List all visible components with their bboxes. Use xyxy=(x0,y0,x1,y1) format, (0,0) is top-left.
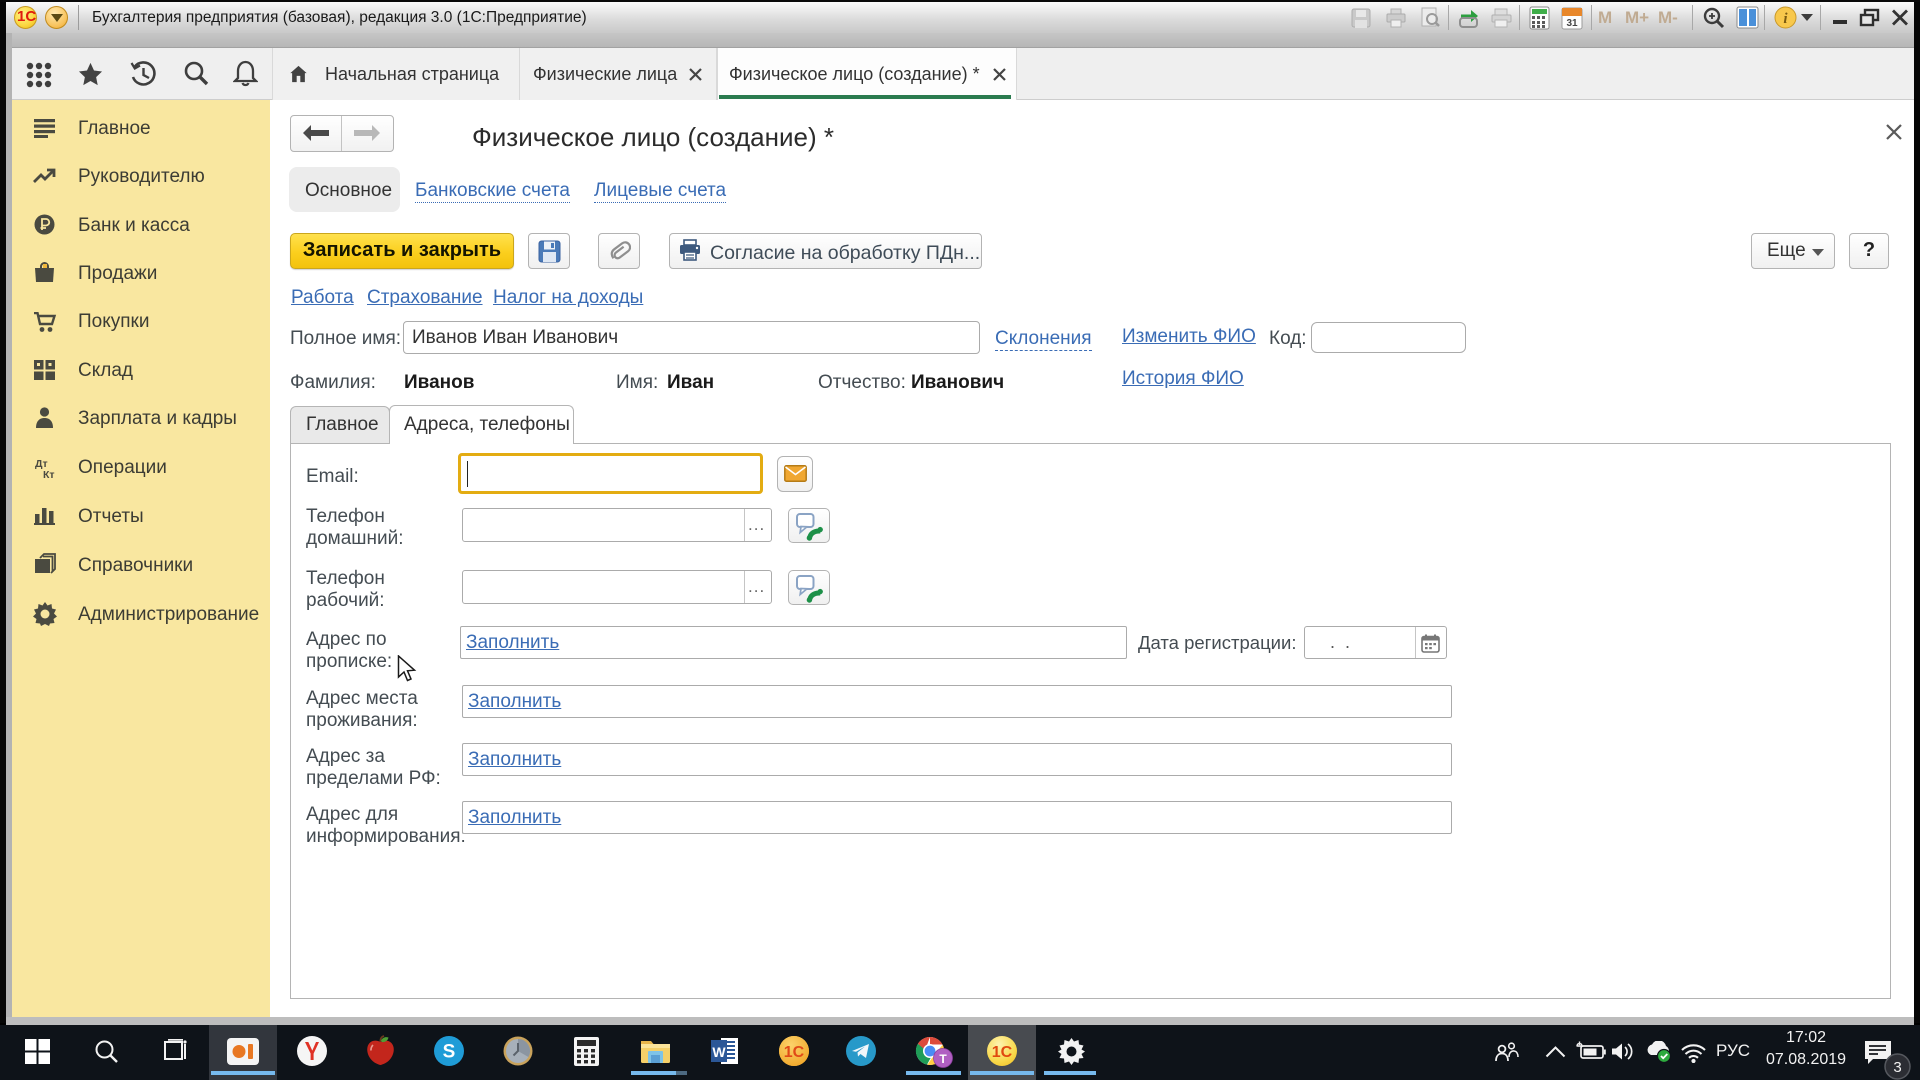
svg-text:S: S xyxy=(443,1042,456,1063)
svg-text:W: W xyxy=(712,1044,726,1060)
svg-text:3: 3 xyxy=(1893,1059,1901,1076)
svg-text:1С: 1С xyxy=(992,1044,1013,1061)
svg-text:1С: 1С xyxy=(784,1044,805,1061)
svg-text:T: T xyxy=(939,1052,947,1066)
